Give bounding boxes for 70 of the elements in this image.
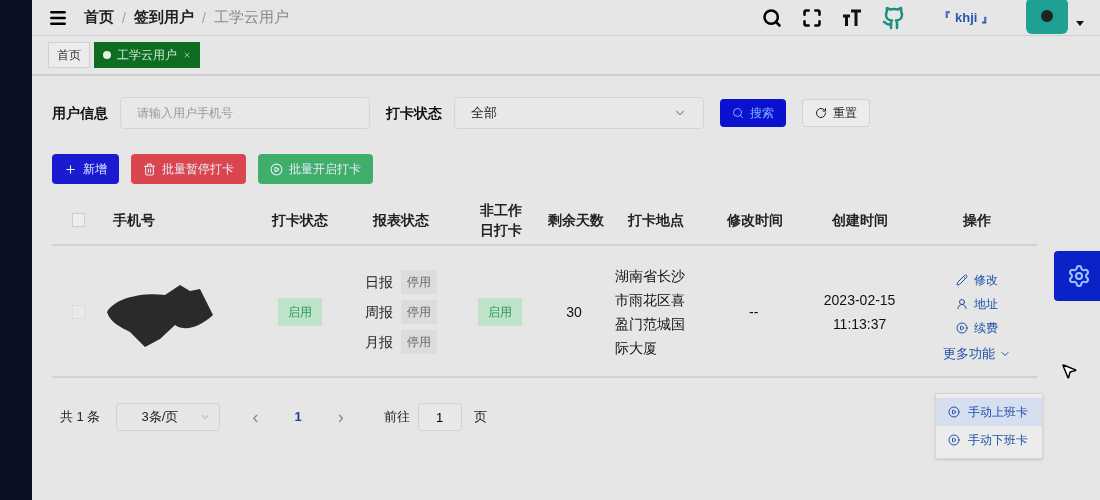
column-header: 创建时间 xyxy=(831,211,890,230)
breadcrumb-separator: / xyxy=(201,8,206,28)
table-cell-text: 11:13:37 xyxy=(832,315,887,334)
breadcrumb-item[interactable]: 签到用户 xyxy=(133,6,194,29)
page-tab[interactable]: 工学云用户 xyxy=(94,42,200,68)
settings-icon xyxy=(1067,264,1091,288)
play-icon xyxy=(948,434,960,446)
table-cell-text: 2023-02-15 xyxy=(823,291,896,310)
menu-item[interactable]: 手动下班卡 xyxy=(936,426,1042,454)
breadcrumb-separator: / xyxy=(122,8,126,28)
column-header: 报表状态 xyxy=(371,211,430,230)
play-icon xyxy=(956,322,969,335)
cursor-icon xyxy=(1060,362,1078,380)
goto-label: 前往 xyxy=(383,408,410,427)
status-select[interactable]: 全部 xyxy=(454,97,704,129)
pencil-icon xyxy=(956,274,969,287)
page-tab[interactable]: 首页 xyxy=(48,42,90,68)
action-button[interactable]: 批量暂停打卡 xyxy=(131,154,246,184)
trash-icon xyxy=(143,162,156,176)
status-tag: 停用 xyxy=(401,330,438,354)
avatar[interactable] xyxy=(1026,0,1068,34)
row-action-link[interactable]: 修改 xyxy=(956,272,999,289)
phone-search-field[interactable]: 请输入用户手机号 xyxy=(120,97,370,129)
more-dropdown[interactable]: 更多功能 xyxy=(943,344,1012,364)
caret-icon[interactable] xyxy=(1076,21,1084,26)
report-label: 日报 xyxy=(365,273,394,292)
table-cell-text: 30 xyxy=(566,303,582,322)
table-cell-text: -- xyxy=(748,303,759,322)
status-tag: 启用 xyxy=(277,298,322,326)
menu-item[interactable]: 手动上班卡 xyxy=(936,398,1042,426)
column-header: 非工作日打卡 xyxy=(479,201,524,240)
column-header: 打卡地点 xyxy=(626,211,686,230)
close-icon[interactable] xyxy=(183,51,191,59)
field-label: 用户信息 xyxy=(52,104,108,123)
play-icon xyxy=(270,162,283,176)
fullscreen-icon[interactable] xyxy=(802,7,823,28)
refresh-icon xyxy=(815,107,827,119)
table-cell-text: 湖南省长沙市雨花区喜盈门范城国际大厦 xyxy=(614,267,686,358)
user-name[interactable]: 『 khji 』 xyxy=(938,7,994,28)
report-label: 周报 xyxy=(365,303,394,322)
status-tag: 停用 xyxy=(401,300,438,324)
goto-unit: 页 xyxy=(473,408,487,427)
plus-icon xyxy=(64,162,77,176)
column-header: 修改时间 xyxy=(725,211,784,230)
status-tag: 启用 xyxy=(478,298,523,326)
status-tag: 停用 xyxy=(401,270,438,294)
settings-button[interactable] xyxy=(1054,251,1100,301)
page-size-select[interactable]: 3条/页 xyxy=(116,403,221,431)
play-icon xyxy=(948,406,960,418)
search-icon[interactable] xyxy=(762,7,783,28)
report-label: 月报 xyxy=(365,333,394,352)
column-header: 手机号 xyxy=(112,211,156,230)
column-header: 操作 xyxy=(962,211,993,230)
goto-page-field[interactable]: 1 xyxy=(417,403,462,431)
breadcrumb-item: 工学云用户 xyxy=(213,7,289,28)
search-button[interactable]: 搜索 xyxy=(720,99,786,127)
breadcrumb-item[interactable]: 首页 xyxy=(84,6,114,29)
field-label: 打卡状态 xyxy=(386,104,442,123)
action-button[interactable]: 新增 xyxy=(52,154,119,184)
column-header: 打卡状态 xyxy=(270,211,330,230)
reset-button[interactable]: 重置 xyxy=(802,99,870,127)
page-number[interactable]: 1 xyxy=(294,407,302,427)
search-icon xyxy=(732,107,744,119)
font-size-icon[interactable] xyxy=(842,7,863,28)
row-action-link[interactable]: 续费 xyxy=(956,320,999,337)
user-icon xyxy=(956,298,969,311)
column-header: 剩余天数 xyxy=(547,211,606,230)
checkbox[interactable] xyxy=(72,213,85,227)
row-action-link[interactable]: 地址 xyxy=(956,296,999,313)
total-count: 共 1 条 xyxy=(60,408,101,427)
